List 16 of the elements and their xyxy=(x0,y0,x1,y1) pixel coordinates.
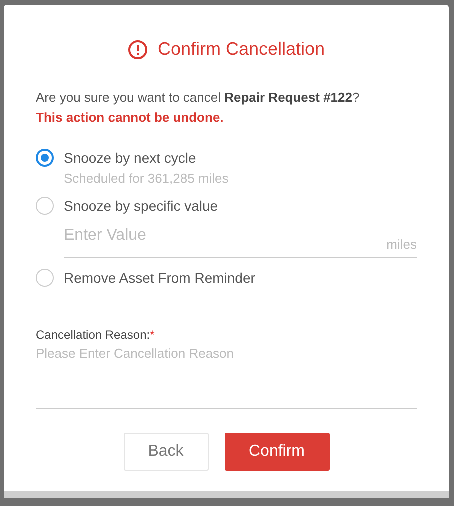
back-button[interactable]: Back xyxy=(124,433,208,471)
warning-text: This action cannot be undone. xyxy=(36,109,225,127)
radio-button[interactable] xyxy=(36,269,54,287)
confirm-message: Are you sure you want to cancel Repair Request #122? xyxy=(36,89,361,107)
confirm-button[interactable]: Confirm xyxy=(224,433,330,471)
dialog-title: Confirm Cancellation xyxy=(158,39,326,60)
option-hint: Scheduled for 361,285 miles xyxy=(64,170,230,188)
radio-button[interactable] xyxy=(36,197,54,215)
reason-field[interactable]: Please Enter Cancellation Reason xyxy=(36,346,417,409)
option-label[interactable]: Snooze by specific value xyxy=(64,198,218,214)
option-label[interactable]: Remove Asset From Reminder xyxy=(64,270,256,286)
unit-label: miles xyxy=(386,237,417,252)
radio-button[interactable] xyxy=(36,149,54,167)
option-label[interactable]: Snooze by next cycle xyxy=(64,150,196,166)
reason-label: Cancellation Reason:* xyxy=(36,328,156,342)
alert-icon xyxy=(128,40,148,60)
